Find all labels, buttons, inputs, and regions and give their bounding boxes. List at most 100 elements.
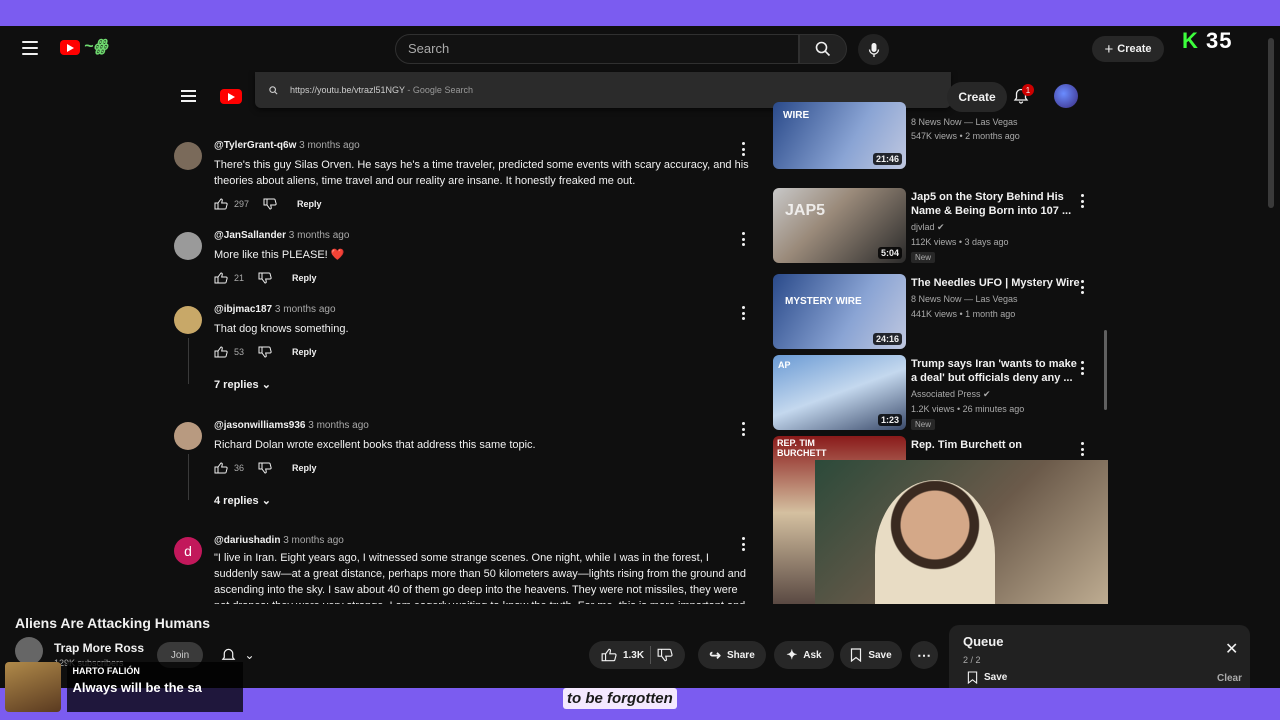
outer-scrollbar[interactable] <box>1268 38 1274 208</box>
video-thumbnail[interactable]: MYSTERY WIRE 24:16 <box>773 274 906 349</box>
thumbs-down-icon[interactable] <box>263 198 277 210</box>
queue-save-button[interactable]: Save <box>967 671 1007 684</box>
video-title[interactable]: The Needles UFO | Mystery Wire <box>911 276 1081 290</box>
video-duration: 21:46 <box>872 153 902 165</box>
more-options-icon[interactable] <box>1081 361 1085 375</box>
chatter-name: HARTO FALIÓN <box>72 666 140 676</box>
video-thumbnail[interactable]: WIRE 21:46 <box>773 102 906 169</box>
ask-label: Ask <box>803 649 822 661</box>
comment-author[interactable]: @dariushadin <box>214 535 280 546</box>
avatar[interactable] <box>174 422 202 450</box>
comment-time: 3 months ago <box>308 420 369 431</box>
channel-avatar[interactable] <box>15 637 43 665</box>
thumbs-down-icon[interactable] <box>258 462 272 474</box>
view-replies-button[interactable]: 7 replies ⌄ <box>214 378 271 391</box>
video-channel[interactable]: 8 News Now — Las Vegas <box>911 292 1018 306</box>
video-card[interactable]: AP 1:23 Trump says Iran 'wants to make a… <box>773 355 1108 435</box>
video-stats: 441K views • 1 month ago <box>911 309 1016 319</box>
thumbs-down-icon[interactable] <box>258 272 272 284</box>
comment-header: @jasonwilliams936 3 months ago <box>214 420 369 431</box>
video-card[interactable]: WIRE 21:46 8 News Now — Las Vegas 547K v… <box>773 102 1108 196</box>
reply-button[interactable]: Reply <box>292 273 317 283</box>
search-input[interactable]: Search <box>395 34 799 64</box>
more-options-icon[interactable] <box>741 232 745 246</box>
more-actions-button[interactable]: ⋯ <box>910 641 938 669</box>
more-options-icon[interactable] <box>741 142 745 156</box>
inner-scrollbar[interactable] <box>1104 330 1107 410</box>
reply-button[interactable]: Reply <box>292 463 317 473</box>
create-button[interactable]: + Create <box>1092 36 1164 62</box>
verified-icon: ✔ <box>937 222 945 232</box>
comment-author[interactable]: @TylerGrant-q6w <box>214 140 296 151</box>
comments-section: @TylerGrant-q6w 3 months ago There's thi… <box>161 122 761 604</box>
bookmark-icon <box>851 648 862 662</box>
queue-clear-button[interactable]: Clear <box>1217 673 1242 684</box>
video-card[interactable]: JAP5 5:04 Jap5 on the Story Behind His N… <box>773 188 1108 268</box>
inner-menu-icon[interactable] <box>181 90 196 102</box>
video-title[interactable]: Jap5 on the Story Behind His Name & Bein… <box>911 190 1081 218</box>
more-options-icon[interactable] <box>741 537 745 551</box>
save-button[interactable]: Save <box>840 641 902 669</box>
comment-actions: 53 Reply <box>214 346 317 358</box>
thumbs-down-icon[interactable] <box>657 648 673 662</box>
comment-author[interactable]: @ibjmac187 <box>214 304 272 315</box>
create-label: Create <box>1117 43 1152 55</box>
comment-author[interactable]: @jasonwilliams936 <box>214 420 305 431</box>
avatar[interactable] <box>174 306 202 334</box>
doodle-logo[interactable]: ~ꙮ <box>84 36 130 58</box>
comment-time: 3 months ago <box>274 304 336 315</box>
new-badge: New <box>911 252 936 263</box>
avatar[interactable]: d <box>174 537 202 565</box>
video-card[interactable]: MYSTERY WIRE 24:16 The Needles UFO | Mys… <box>773 274 1108 354</box>
more-options-icon[interactable] <box>1081 280 1085 294</box>
account-avatar[interactable] <box>1054 84 1078 108</box>
video-channel[interactable]: djvlad ✔ <box>911 220 945 234</box>
comment-actions: 21 Reply <box>214 272 317 284</box>
comment-time: 3 months ago <box>283 535 344 546</box>
thumbs-up-icon[interactable] <box>214 198 228 210</box>
youtube-logo[interactable] <box>60 40 80 55</box>
ask-button[interactable]: ✦ Ask <box>774 641 834 669</box>
queue-title: Queue <box>963 634 1004 649</box>
more-options-icon[interactable] <box>741 306 745 320</box>
search-button[interactable] <box>799 34 847 64</box>
thumbs-up-icon[interactable] <box>214 346 228 358</box>
channel-name[interactable]: Trap More Ross <box>54 641 144 655</box>
more-options-icon[interactable] <box>741 422 745 436</box>
video-title[interactable]: Trump says Iran 'wants to make a deal' b… <box>911 357 1081 385</box>
voice-search-button[interactable] <box>858 34 889 65</box>
more-options-icon[interactable] <box>1081 194 1085 208</box>
thumbs-up-icon[interactable] <box>214 462 228 474</box>
inner-create-button[interactable]: Create <box>947 82 1007 112</box>
video-title[interactable]: Rep. Tim Burchett on <box>911 438 1081 452</box>
streamer-webcam <box>815 460 1108 604</box>
video-channel[interactable]: Associated Press ✔ <box>911 387 991 401</box>
comment-text: "I live in Iran. Eight years ago, I witn… <box>214 552 746 604</box>
video-stats: 1.2K views • 26 minutes ago <box>911 404 1025 414</box>
thumbs-up-icon[interactable] <box>214 272 228 284</box>
thumbs-up-icon[interactable] <box>601 648 617 662</box>
youtube-window: ~ꙮ Search + Create K 35 https://youtu.be… <box>0 26 1280 720</box>
like-dislike-group: 1.3K <box>589 641 685 669</box>
comment-header: @dariushadin 3 months ago <box>214 535 344 546</box>
like-count: 36 <box>234 463 245 473</box>
streamer-figure <box>875 480 995 604</box>
comment-text: There's this guy Silas Orven. He says he… <box>214 159 749 187</box>
thumbnail-text: AP <box>778 360 791 370</box>
more-options-icon[interactable] <box>1081 442 1085 456</box>
comment-author[interactable]: @JanSallander <box>214 230 286 241</box>
view-replies-button[interactable]: 4 replies ⌄ <box>214 494 271 507</box>
video-thumbnail[interactable]: AP 1:23 <box>773 355 906 430</box>
menu-icon[interactable] <box>22 41 38 55</box>
video-thumbnail[interactable]: JAP5 5:04 <box>773 188 906 263</box>
kick-counter: K 35 <box>1182 28 1233 54</box>
share-button[interactable]: ↪ Share <box>698 641 766 669</box>
inner-youtube-logo[interactable] <box>220 89 242 104</box>
close-icon[interactable]: ✕ <box>1225 639 1238 659</box>
reply-button[interactable]: Reply <box>297 199 322 209</box>
avatar[interactable] <box>174 232 202 260</box>
reply-button[interactable]: Reply <box>292 347 317 357</box>
thumbs-down-icon[interactable] <box>258 346 272 358</box>
avatar[interactable] <box>174 142 202 170</box>
video-channel[interactable]: 8 News Now — Las Vegas <box>911 115 1018 129</box>
